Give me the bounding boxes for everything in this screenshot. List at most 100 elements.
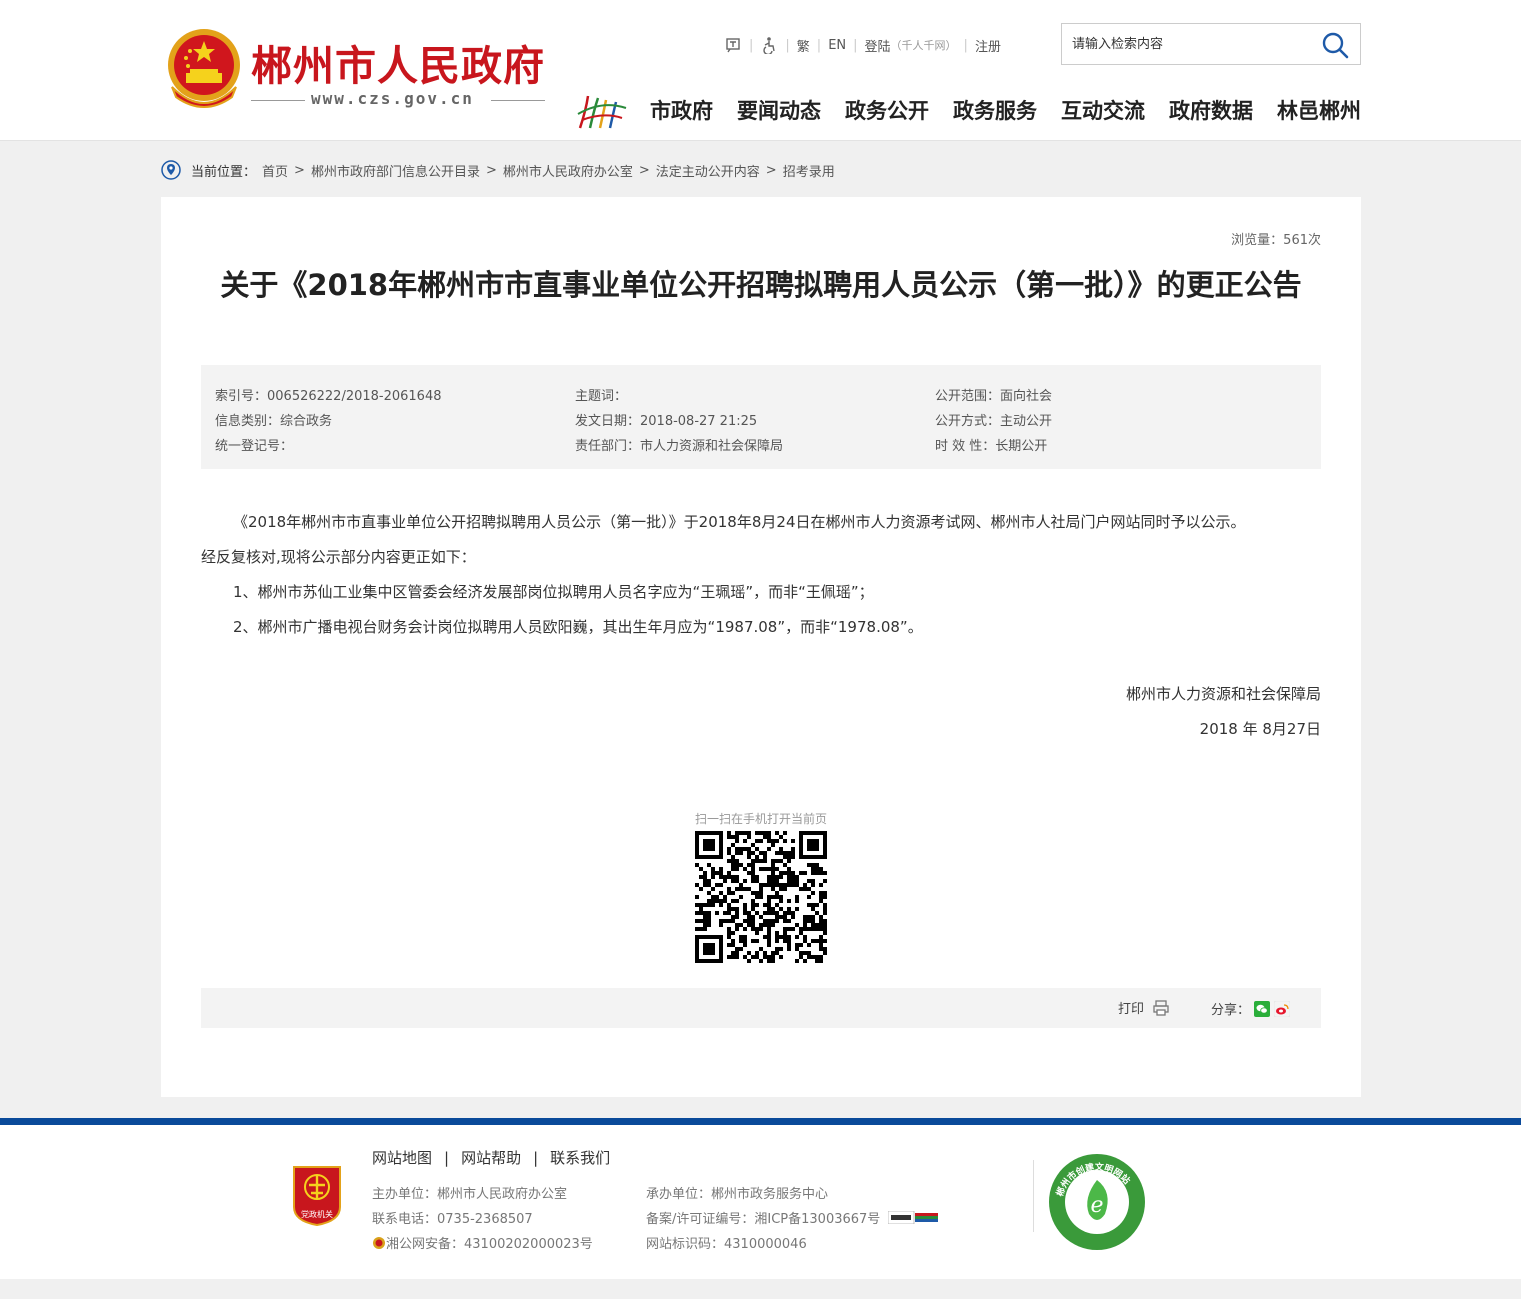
breadcrumb: 当前位置： 首页 > 郴州市政府部门信息公开目录 > 郴州市人民政府办公室 > … <box>161 159 835 181</box>
footer-police[interactable]: 湘公网安备：43100202000023号 <box>386 1233 593 1252</box>
qr-module <box>767 875 771 879</box>
breadcrumb-office[interactable]: 郴州市人民政府办公室 <box>503 161 633 180</box>
qr-module <box>771 895 775 899</box>
print-button[interactable]: 打印 <box>1118 998 1170 1017</box>
breadcrumb-statutory[interactable]: 法定主动公开内容 <box>656 161 760 180</box>
breadcrumb-recruitment[interactable]: 招考录用 <box>783 161 835 180</box>
share-bar: 打印 分享： <box>201 988 1321 1028</box>
qr-module <box>723 919 727 923</box>
qr-module <box>695 955 699 959</box>
qr-module <box>735 899 739 903</box>
qr-module <box>755 955 759 959</box>
site-title[interactable]: 郴州市人民政府 <box>251 32 545 92</box>
footer-link-contact[interactable]: 联系我们 <box>550 1147 610 1168</box>
qr-module <box>719 923 723 927</box>
search-input[interactable] <box>1072 33 1312 55</box>
meta-index-no: 索引号：006526222/2018-2061648 <box>215 389 442 404</box>
qr-module <box>811 927 815 931</box>
qr-module <box>787 947 791 951</box>
cnzz-stats-icon[interactable] <box>888 1211 939 1224</box>
wechat-icon[interactable] <box>1254 1000 1271 1017</box>
qr-module <box>703 947 707 951</box>
qr-module <box>803 855 807 859</box>
breadcrumb-directory[interactable]: 郴州市政府部门信息公开目录 <box>311 161 480 180</box>
qr-module <box>747 871 751 875</box>
qr-module <box>763 903 767 907</box>
civilized-website-badge-icon[interactable]: e 郴州市创建文明网站 <box>1047 1152 1147 1252</box>
weibo-icon[interactable] <box>1274 1000 1291 1017</box>
nav-item-interaction[interactable]: 互动交流 <box>1061 95 1145 125</box>
nav-item-data[interactable]: 政府数据 <box>1169 95 1253 125</box>
qr-module <box>807 903 811 907</box>
qr-module <box>751 955 755 959</box>
qr-module <box>771 923 775 927</box>
qr-module <box>783 851 787 855</box>
nav-item-linyi-chenzhou[interactable]: 林邑郴州 <box>1277 95 1361 125</box>
qr-module <box>735 839 739 843</box>
qr-module <box>735 875 739 879</box>
qr-module <box>771 843 775 847</box>
qr-module <box>695 939 699 943</box>
nav-item-services[interactable]: 政务服务 <box>953 95 1037 125</box>
qr-module <box>779 955 783 959</box>
qr-module <box>775 867 779 871</box>
qr-module <box>779 883 783 887</box>
qr-module <box>807 919 811 923</box>
footer-link-help[interactable]: 网站帮助 <box>461 1147 521 1168</box>
nav-item-news[interactable]: 要闻动态 <box>737 95 821 125</box>
qr-module <box>783 919 787 923</box>
qr-module <box>803 915 807 919</box>
police-badge-icon[interactable] <box>372 1236 386 1250</box>
footer-icp[interactable]: 备案/许可证编号：湘ICP备13003667号 <box>646 1208 880 1227</box>
qr-module <box>799 943 803 947</box>
qr-module <box>695 863 699 867</box>
traditional-chinese-link[interactable]: 繁 <box>797 36 810 55</box>
qr-module <box>739 847 743 851</box>
breadcrumb-home[interactable]: 首页 <box>262 161 288 180</box>
footer-divider <box>1033 1160 1034 1232</box>
qr-module <box>819 899 823 903</box>
qr-module <box>779 947 783 951</box>
qr-module <box>815 847 819 851</box>
nav-item-city-government[interactable]: 市政府 <box>650 95 713 125</box>
qr-module <box>699 887 703 891</box>
qr-module <box>711 887 715 891</box>
qr-module <box>807 887 811 891</box>
qr-module <box>771 879 775 883</box>
qr-module <box>707 899 711 903</box>
register-link[interactable]: 注册 <box>975 36 1001 55</box>
qr-module <box>799 931 803 935</box>
elder-mode-icon[interactable] <box>724 36 742 54</box>
qr-module <box>719 843 723 847</box>
qr-module <box>815 855 819 859</box>
qr-module <box>703 903 707 907</box>
national-emblem-icon[interactable] <box>164 27 244 111</box>
qr-module <box>743 887 747 891</box>
qr-module <box>811 919 815 923</box>
search-icon[interactable] <box>1320 30 1350 60</box>
party-government-badge-icon[interactable]: 党政机关 <box>290 1163 344 1227</box>
qr-module <box>787 919 791 923</box>
qr-module <box>783 871 787 875</box>
qr-module <box>815 911 819 915</box>
qr-module <box>771 951 775 955</box>
search-box <box>1061 23 1361 65</box>
qr-module <box>711 899 715 903</box>
english-link[interactable]: EN <box>828 38 846 53</box>
nav-item-government-affairs[interactable]: 政务公开 <box>845 95 929 125</box>
footer-link-sitemap[interactable]: 网站地图 <box>372 1147 432 1168</box>
qr-module <box>783 927 787 931</box>
footer-link-separator: | <box>444 1148 450 1167</box>
qr-module <box>815 867 819 871</box>
qr-module <box>799 839 803 843</box>
qr-module <box>739 887 743 891</box>
qr-module <box>699 919 703 923</box>
login-link[interactable]: 登陆 <box>865 36 891 55</box>
accessibility-icon[interactable] <box>760 36 778 54</box>
qr-module <box>799 847 803 851</box>
qr-module <box>703 879 707 883</box>
qr-module <box>767 939 771 943</box>
qr-module <box>767 931 771 935</box>
qr-module <box>743 847 747 851</box>
qr-module <box>727 911 731 915</box>
